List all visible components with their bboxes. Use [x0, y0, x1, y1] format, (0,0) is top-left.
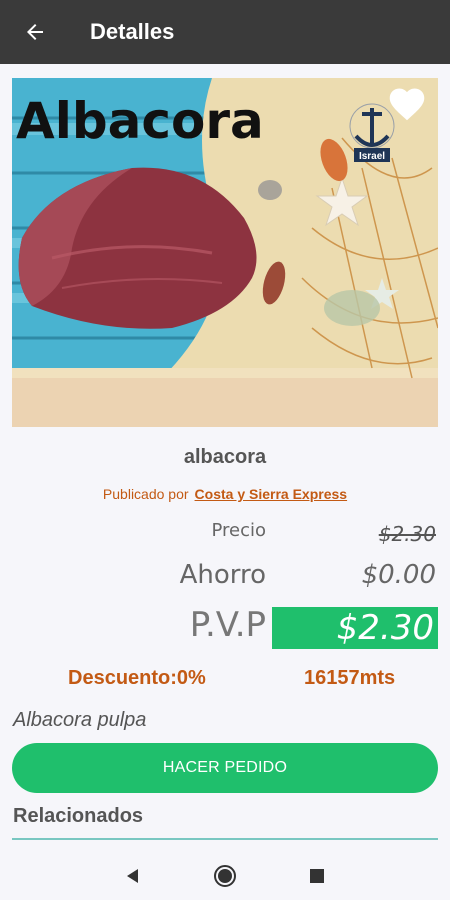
- app-bar: Detalles: [0, 0, 450, 64]
- logo-text: Israel: [359, 151, 385, 162]
- precio-label: Precio: [211, 520, 266, 541]
- back-button[interactable]: [0, 0, 70, 64]
- ahorro-value: $0.00: [361, 560, 436, 590]
- related-section-title: Relacionados: [13, 805, 144, 827]
- published-by-label: Publicado por: [102, 486, 189, 502]
- recents-square-icon: [310, 869, 324, 883]
- home-circle-icon: [214, 865, 236, 887]
- precio-value: $2.30: [378, 522, 436, 546]
- product-description: Albacora pulpa: [13, 709, 147, 731]
- page-title: Detalles: [90, 19, 175, 44]
- pvp-label: P.V.P: [189, 605, 266, 645]
- image-title-text: Albacora: [16, 92, 264, 150]
- product-image: Israel Albacora: [12, 78, 438, 427]
- ahorro-label: Ahorro: [179, 560, 266, 590]
- back-triangle-icon: [127, 869, 138, 883]
- nav-back-button[interactable]: [109, 852, 157, 900]
- pvp-value: $2.30: [272, 607, 438, 649]
- arrow-left-icon: [27, 24, 43, 40]
- publisher-link[interactable]: Costa y Sierra Express: [195, 486, 348, 502]
- nav-home-button[interactable]: [201, 852, 249, 900]
- favorite-heart-icon[interactable]: [386, 84, 428, 122]
- place-order-button[interactable]: HACER PEDIDO: [12, 743, 438, 793]
- nav-recents-button[interactable]: [293, 852, 341, 900]
- product-name: albacora: [183, 446, 267, 468]
- related-divider: [12, 838, 438, 840]
- distance-text: 16157mts: [304, 667, 396, 689]
- discount-text: Descuento:0%: [68, 667, 206, 689]
- system-navigation-bar: [0, 852, 450, 900]
- publisher-line: Publicado por Costa y Sierra Express: [0, 486, 450, 502]
